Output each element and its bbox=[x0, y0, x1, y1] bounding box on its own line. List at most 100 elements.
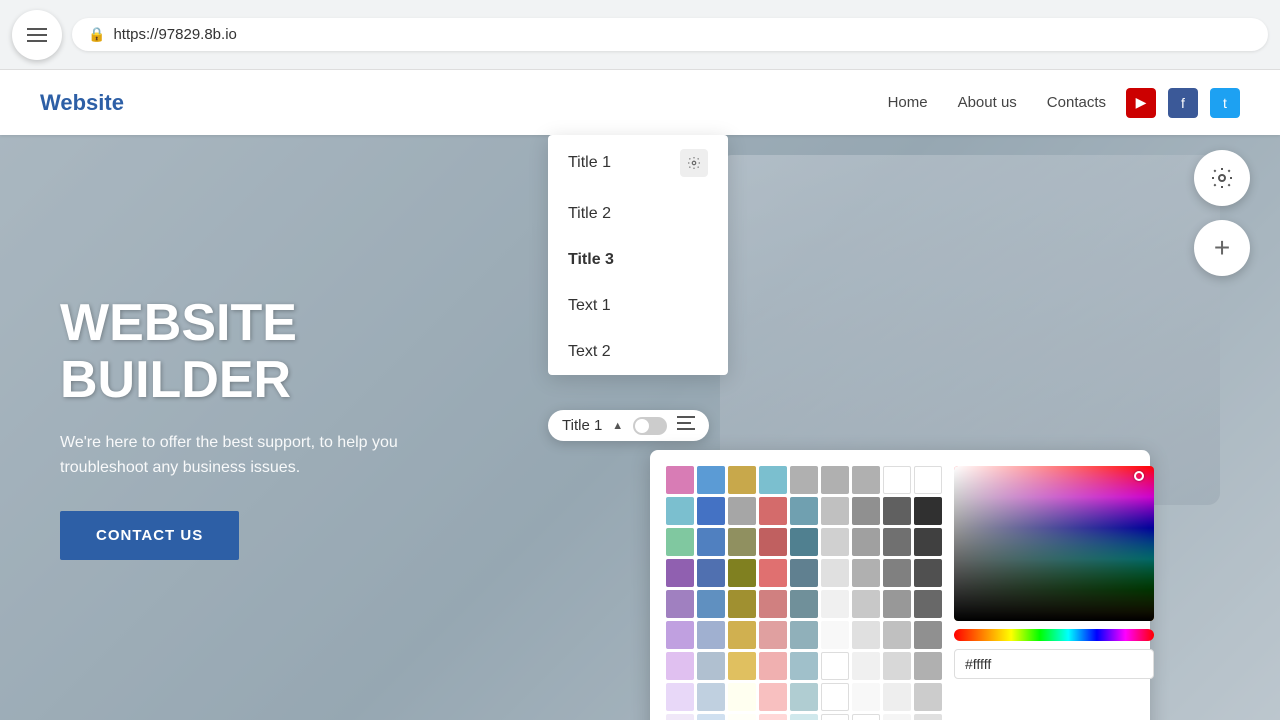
color-swatch[interactable] bbox=[728, 466, 756, 494]
color-swatch[interactable] bbox=[883, 652, 911, 680]
color-swatch[interactable] bbox=[790, 466, 818, 494]
color-swatch[interactable] bbox=[914, 683, 942, 711]
color-swatch[interactable] bbox=[914, 652, 942, 680]
color-swatch[interactable] bbox=[697, 590, 725, 618]
fab-settings-button[interactable] bbox=[1194, 150, 1250, 206]
color-swatch[interactable] bbox=[821, 528, 849, 556]
toolbar-align-icon[interactable] bbox=[677, 416, 695, 435]
color-swatch[interactable] bbox=[821, 683, 849, 711]
address-bar[interactable]: 🔒 https://97829.8b.io bbox=[72, 18, 1268, 51]
color-swatch[interactable] bbox=[883, 621, 911, 649]
color-swatch[interactable] bbox=[666, 714, 694, 720]
color-swatch[interactable] bbox=[697, 497, 725, 525]
color-swatch[interactable] bbox=[728, 590, 756, 618]
youtube-icon[interactable]: ▶ bbox=[1126, 88, 1156, 118]
color-swatch[interactable] bbox=[883, 714, 911, 720]
nav-home[interactable]: Home bbox=[888, 94, 928, 111]
color-swatch[interactable] bbox=[852, 590, 880, 618]
color-swatch[interactable] bbox=[759, 652, 787, 680]
menu-button[interactable] bbox=[12, 10, 62, 60]
nav-contacts[interactable]: Contacts bbox=[1047, 94, 1106, 111]
color-swatch[interactable] bbox=[914, 466, 942, 494]
color-swatch[interactable] bbox=[790, 714, 818, 720]
color-swatch[interactable] bbox=[697, 559, 725, 587]
color-swatch[interactable] bbox=[790, 559, 818, 587]
color-swatch[interactable] bbox=[821, 652, 849, 680]
color-swatch[interactable] bbox=[728, 714, 756, 720]
color-swatch[interactable] bbox=[790, 590, 818, 618]
color-swatch[interactable] bbox=[697, 652, 725, 680]
color-swatch[interactable] bbox=[697, 714, 725, 720]
toolbar-dropdown-arrow[interactable]: ▲ bbox=[612, 420, 623, 432]
color-swatch[interactable] bbox=[759, 683, 787, 711]
color-swatch[interactable] bbox=[759, 590, 787, 618]
color-swatch[interactable] bbox=[790, 652, 818, 680]
color-swatch[interactable] bbox=[666, 590, 694, 618]
fab-add-button[interactable]: + bbox=[1194, 220, 1250, 276]
color-swatch[interactable] bbox=[759, 559, 787, 587]
color-swatch[interactable] bbox=[914, 497, 942, 525]
facebook-icon[interactable]: f bbox=[1168, 88, 1198, 118]
color-swatch[interactable] bbox=[790, 683, 818, 711]
color-swatch[interactable] bbox=[759, 466, 787, 494]
dropdown-item-title1[interactable]: Title 1 bbox=[548, 135, 728, 191]
dropdown-item-text1[interactable]: Text 1 bbox=[548, 283, 728, 329]
color-swatch[interactable] bbox=[666, 683, 694, 711]
color-swatch[interactable] bbox=[821, 621, 849, 649]
twitter-icon[interactable]: t bbox=[1210, 88, 1240, 118]
color-swatch[interactable] bbox=[728, 528, 756, 556]
color-swatch[interactable] bbox=[883, 466, 911, 494]
color-swatch[interactable] bbox=[697, 466, 725, 494]
dropdown-settings-icon[interactable] bbox=[680, 149, 708, 177]
color-swatch[interactable] bbox=[728, 652, 756, 680]
contact-us-button[interactable]: CONTACT US bbox=[60, 511, 239, 560]
color-swatch[interactable] bbox=[666, 528, 694, 556]
color-swatch[interactable] bbox=[728, 497, 756, 525]
color-swatch[interactable] bbox=[883, 528, 911, 556]
color-swatch[interactable] bbox=[852, 466, 880, 494]
color-swatch[interactable] bbox=[759, 497, 787, 525]
dropdown-item-title2[interactable]: Title 2 bbox=[548, 191, 728, 237]
nav-about[interactable]: About us bbox=[958, 94, 1017, 111]
color-hex-input[interactable] bbox=[954, 649, 1154, 679]
color-swatch[interactable] bbox=[759, 528, 787, 556]
color-swatch[interactable] bbox=[852, 621, 880, 649]
color-swatch[interactable] bbox=[821, 559, 849, 587]
color-swatch[interactable] bbox=[914, 621, 942, 649]
color-swatch[interactable] bbox=[728, 683, 756, 711]
color-swatch[interactable] bbox=[914, 559, 942, 587]
dropdown-item-title3[interactable]: Title 3 bbox=[548, 237, 728, 283]
color-swatch[interactable] bbox=[883, 683, 911, 711]
color-swatch[interactable] bbox=[883, 559, 911, 587]
color-swatch[interactable] bbox=[852, 497, 880, 525]
color-swatch[interactable] bbox=[728, 621, 756, 649]
color-swatch[interactable] bbox=[728, 559, 756, 587]
color-swatch[interactable] bbox=[883, 590, 911, 618]
dropdown-item-text2[interactable]: Text 2 bbox=[548, 329, 728, 375]
color-swatch[interactable] bbox=[759, 714, 787, 720]
color-swatch[interactable] bbox=[759, 621, 787, 649]
toolbar-toggle[interactable] bbox=[633, 417, 667, 435]
color-swatch[interactable] bbox=[914, 714, 942, 720]
color-swatch[interactable] bbox=[852, 683, 880, 711]
color-swatch[interactable] bbox=[883, 497, 911, 525]
color-swatch[interactable] bbox=[790, 497, 818, 525]
color-swatch[interactable] bbox=[790, 528, 818, 556]
color-swatch[interactable] bbox=[666, 652, 694, 680]
color-swatch[interactable] bbox=[666, 497, 694, 525]
color-swatch[interactable] bbox=[914, 590, 942, 618]
color-swatch[interactable] bbox=[852, 652, 880, 680]
spectrum-gradient[interactable] bbox=[954, 466, 1154, 621]
color-swatch[interactable] bbox=[852, 528, 880, 556]
color-hue-strip[interactable] bbox=[954, 629, 1154, 641]
color-swatch[interactable] bbox=[852, 714, 880, 720]
color-swatch[interactable] bbox=[666, 621, 694, 649]
color-swatch[interactable] bbox=[790, 621, 818, 649]
color-swatch[interactable] bbox=[697, 683, 725, 711]
color-swatch[interactable] bbox=[666, 559, 694, 587]
color-swatch[interactable] bbox=[697, 528, 725, 556]
color-swatch[interactable] bbox=[666, 466, 694, 494]
color-swatch[interactable] bbox=[821, 466, 849, 494]
color-swatch[interactable] bbox=[697, 621, 725, 649]
color-swatch[interactable] bbox=[821, 590, 849, 618]
